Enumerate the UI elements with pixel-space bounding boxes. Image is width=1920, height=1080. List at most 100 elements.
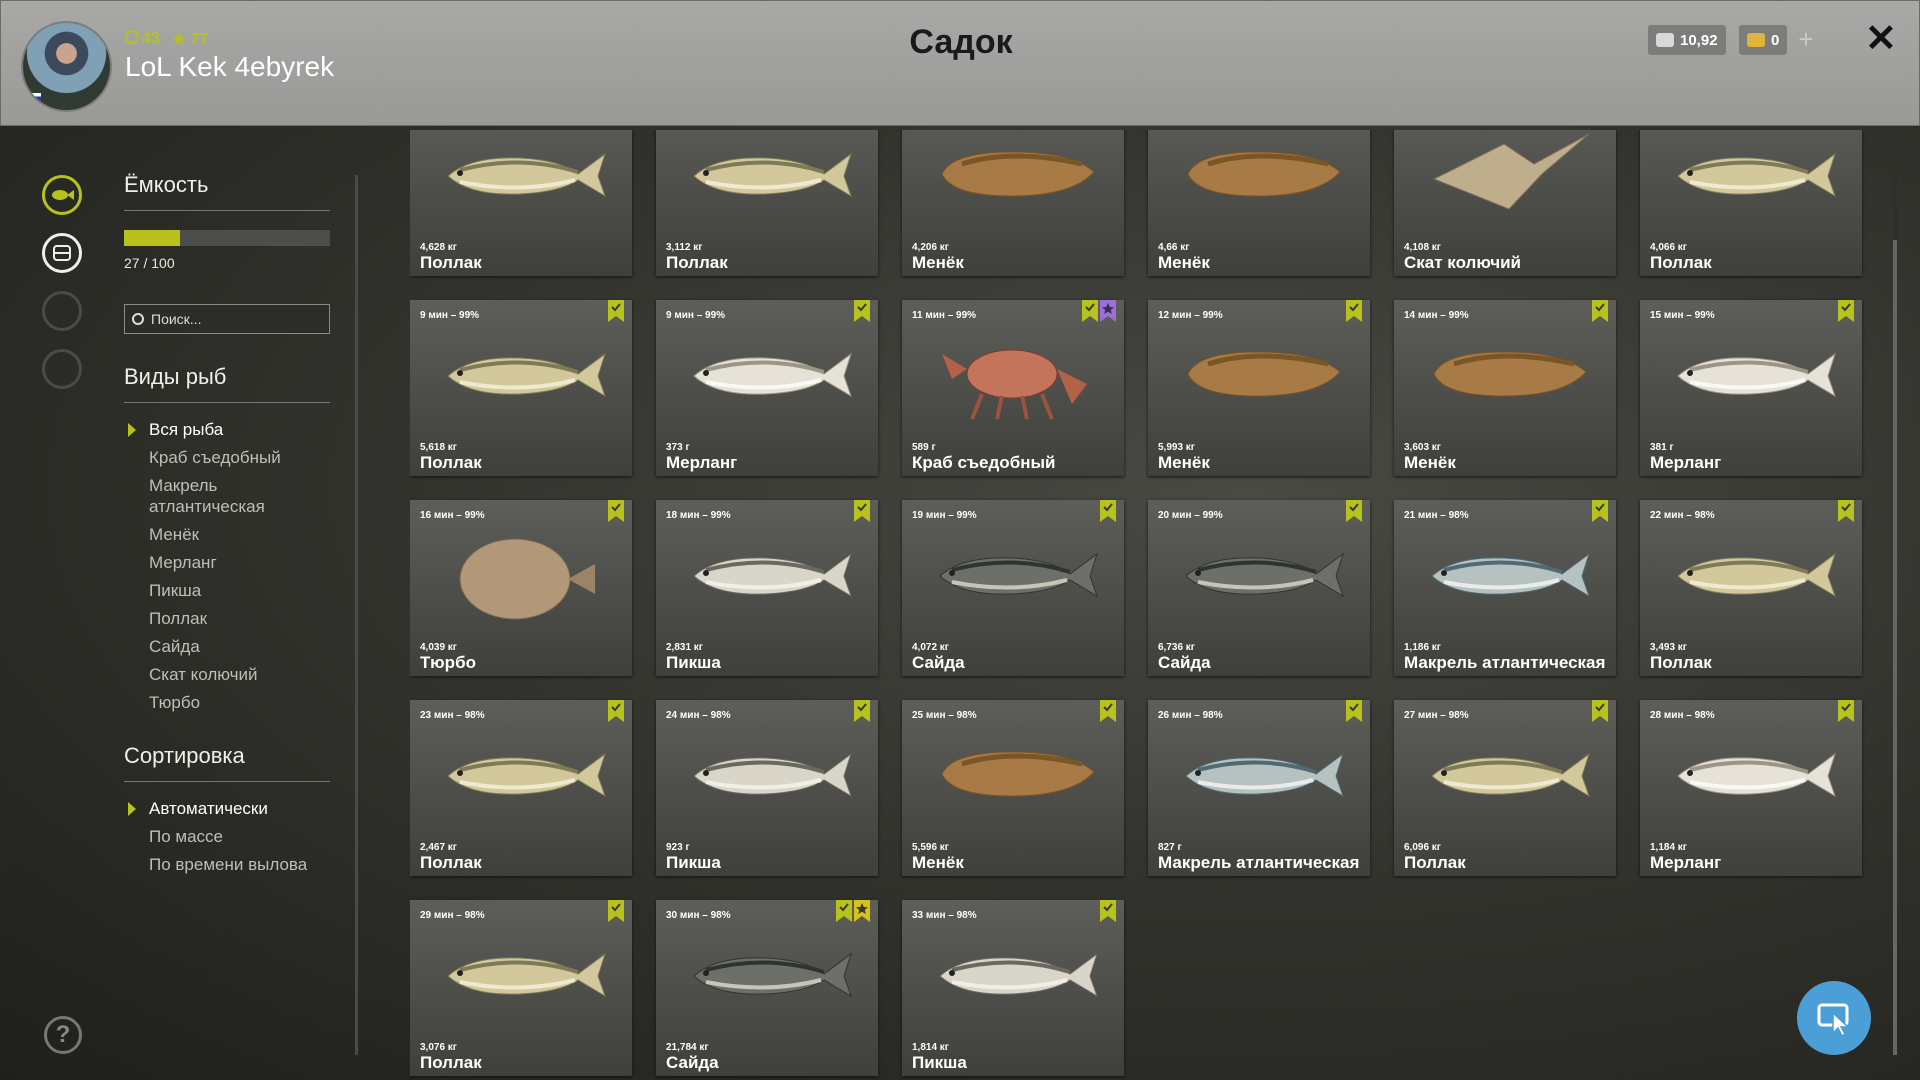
fish-name: Сайда <box>666 1053 719 1072</box>
bookmark-check-icon <box>1346 300 1362 322</box>
bookmark-check-icon <box>1100 900 1116 922</box>
cursor-icon <box>1817 1003 1850 1038</box>
species-item[interactable]: Поллак <box>124 608 330 629</box>
bookmark-check-icon <box>1838 500 1854 522</box>
catch-time-quality: 9 мин – 99% <box>420 310 480 321</box>
fish-card[interactable]: 4,66 кг Менёк <box>1148 130 1370 276</box>
fish-card[interactable]: 27 мин – 98% 6,096 кг Поллак <box>1394 700 1616 876</box>
species-item[interactable]: Скат колючий <box>124 664 330 685</box>
fish-card[interactable]: 3,112 кг Поллак <box>656 130 878 276</box>
fish-card[interactable]: 29 мин – 98% 3,076 кг Поллак <box>410 900 632 1076</box>
fish-card[interactable]: 33 мин – 98% 1,814 кг Пикша <box>902 900 1124 1076</box>
bookmark-check-icon <box>1346 700 1362 722</box>
fish-card[interactable]: 9 мин – 99% 373 г Мерланг <box>656 300 878 476</box>
fish-card[interactable]: 12 мин – 99% 5,993 кг Менёк <box>1148 300 1370 476</box>
search-placeholder: Поиск... <box>151 311 202 327</box>
top-bar: 43 ★ 77 LoL Kek 4ebyrek Садок 10,92 0 + … <box>0 0 1920 126</box>
ray-fish-image <box>1432 133 1590 210</box>
pollock-fish-image <box>447 152 606 198</box>
fish-card[interactable]: 20 мин – 99% 6,736 кг Сайда <box>1148 500 1370 676</box>
fish-weight: 4,206 кг <box>912 242 949 253</box>
fish-card[interactable]: 9 мин – 99% 5,618 кг Поллак <box>410 300 632 476</box>
mackerel-fish-image <box>1431 552 1590 598</box>
gold-balance: 0 <box>1739 25 1788 55</box>
species-item[interactable]: Макрель атлантическая <box>124 475 330 517</box>
bookmark-check-icon <box>608 700 624 722</box>
species-item[interactable]: Краб съедобный <box>124 447 330 468</box>
fish-card[interactable]: 11 мин – 99% 589 г Краб съедобный <box>902 300 1124 476</box>
fish-weight: 373 г <box>666 442 690 453</box>
fish-card[interactable]: 28 мин – 98% 1,184 кг Мерланг <box>1640 700 1862 876</box>
fish-card[interactable]: 22 мин – 98% 3,493 кг Поллак <box>1640 500 1862 676</box>
capacity-bar <box>124 230 330 246</box>
catch-time-quality: 14 мин – 99% <box>1404 310 1469 321</box>
species-item[interactable]: Мерланг <box>124 552 330 573</box>
sort-item[interactable]: По времени вылова <box>124 854 330 875</box>
capacity-title: Ёмкость <box>124 172 330 211</box>
gold-value: 0 <box>1771 31 1780 49</box>
bookmark-check-icon <box>1100 700 1116 722</box>
scrollbar[interactable] <box>1893 175 1897 1055</box>
catch-time-quality: 22 мин – 98% <box>1650 510 1715 521</box>
tusk-fish-image <box>941 751 1095 797</box>
cursor-mode-button[interactable] <box>1797 981 1871 1055</box>
fish-card[interactable]: 19 мин – 99% 4,072 кг Сайда <box>902 500 1124 676</box>
bookmark-check-icon <box>1838 300 1854 322</box>
plus-icon[interactable]: + <box>1793 26 1819 53</box>
trophy-icon[interactable] <box>42 291 82 331</box>
species-item[interactable]: Менёк <box>124 524 330 545</box>
fish-card[interactable]: 24 мин – 98% 923 г Пикша <box>656 700 878 876</box>
fish-grid: 4,628 кг Поллак 3,112 кг Поллак 4,206 кг Менё… <box>410 130 1870 1080</box>
species-item[interactable]: Пикша <box>124 580 330 601</box>
fish-name: Менёк <box>912 853 964 872</box>
fish-name: Поллак <box>420 1053 482 1072</box>
fish-weight: 21,784 кг <box>666 1042 709 1053</box>
catch-time-quality: 15 мин – 99% <box>1650 310 1715 321</box>
fish-name: Менёк <box>1158 253 1210 272</box>
fish-name: Тюрбо <box>420 653 476 672</box>
fish-card[interactable]: 18 мин – 99% 2,831 кг Пикша <box>656 500 878 676</box>
fish-card[interactable]: 4,066 кг Поллак <box>1640 130 1862 276</box>
catch-time-quality: 11 мин – 99% <box>912 310 977 321</box>
fish-card[interactable]: 30 мин – 98% 21,784 кг Сайда <box>656 900 878 1076</box>
russia-flag-icon <box>25 93 41 104</box>
fish-card[interactable]: 4,628 кг Поллак <box>410 130 632 276</box>
species-item[interactable]: Тюрбо <box>124 692 330 713</box>
fish-card[interactable]: 4,206 кг Менёк <box>902 130 1124 276</box>
fish-card[interactable]: 23 мин – 98% 2,467 кг Поллак <box>410 700 632 876</box>
fish-card[interactable]: 21 мин – 98% 1,186 кг Макрель атлантическа… <box>1394 500 1616 676</box>
search-input[interactable]: Поиск... <box>124 304 330 334</box>
fish-card[interactable]: 15 мин – 99% 381 г Мерланг <box>1640 300 1862 476</box>
whiting-fish-image <box>1677 352 1836 398</box>
catch-time-quality: 29 мин – 98% <box>420 910 485 921</box>
crab-fish-image <box>942 349 1087 420</box>
scrollbar-thumb[interactable] <box>1893 240 1897 1055</box>
close-icon[interactable]: ✕ <box>1865 19 1897 59</box>
catch-time-quality: 18 мин – 99% <box>666 510 731 521</box>
bookmark-check-icon <box>854 300 870 322</box>
fish-name: Краб съедобный <box>912 453 1056 472</box>
catch-time-quality: 26 мин – 98% <box>1158 710 1223 721</box>
species-item[interactable]: Сайда <box>124 636 330 657</box>
keepnet-icon[interactable] <box>42 233 82 273</box>
home-icon[interactable] <box>42 349 82 389</box>
fish-name: Пикша <box>912 1053 967 1072</box>
fish-card[interactable]: 25 мин – 98% 5,596 кг Менёк <box>902 700 1124 876</box>
fish-weight: 5,618 кг <box>420 442 457 453</box>
catch-time-quality: 30 мин – 98% <box>666 910 731 921</box>
fish-weight: 1,184 кг <box>1650 842 1687 853</box>
fish-name: Мерланг <box>1650 453 1722 472</box>
species-item[interactable]: Вся рыба <box>124 419 330 440</box>
fish-icon[interactable] <box>42 175 82 215</box>
sort-item[interactable]: Автоматически <box>124 798 330 819</box>
fish-card[interactable]: 14 мин – 99% 3,603 кг Менёк <box>1394 300 1616 476</box>
help-icon[interactable]: ? <box>44 1016 82 1054</box>
fish-card[interactable]: 4,108 кг Скат колючий <box>1394 130 1616 276</box>
tusk-fish-image <box>1433 351 1587 397</box>
fish-card[interactable]: 16 мин – 99% 4,039 кг Тюрбо <box>410 500 632 676</box>
bookmark-check-icon <box>608 300 624 322</box>
sort-item[interactable]: По массе <box>124 826 330 847</box>
fish-weight: 2,467 кг <box>420 842 457 853</box>
fish-weight: 589 г <box>912 442 936 453</box>
fish-card[interactable]: 26 мин – 98% 827 г Макрель атлантическая <box>1148 700 1370 876</box>
